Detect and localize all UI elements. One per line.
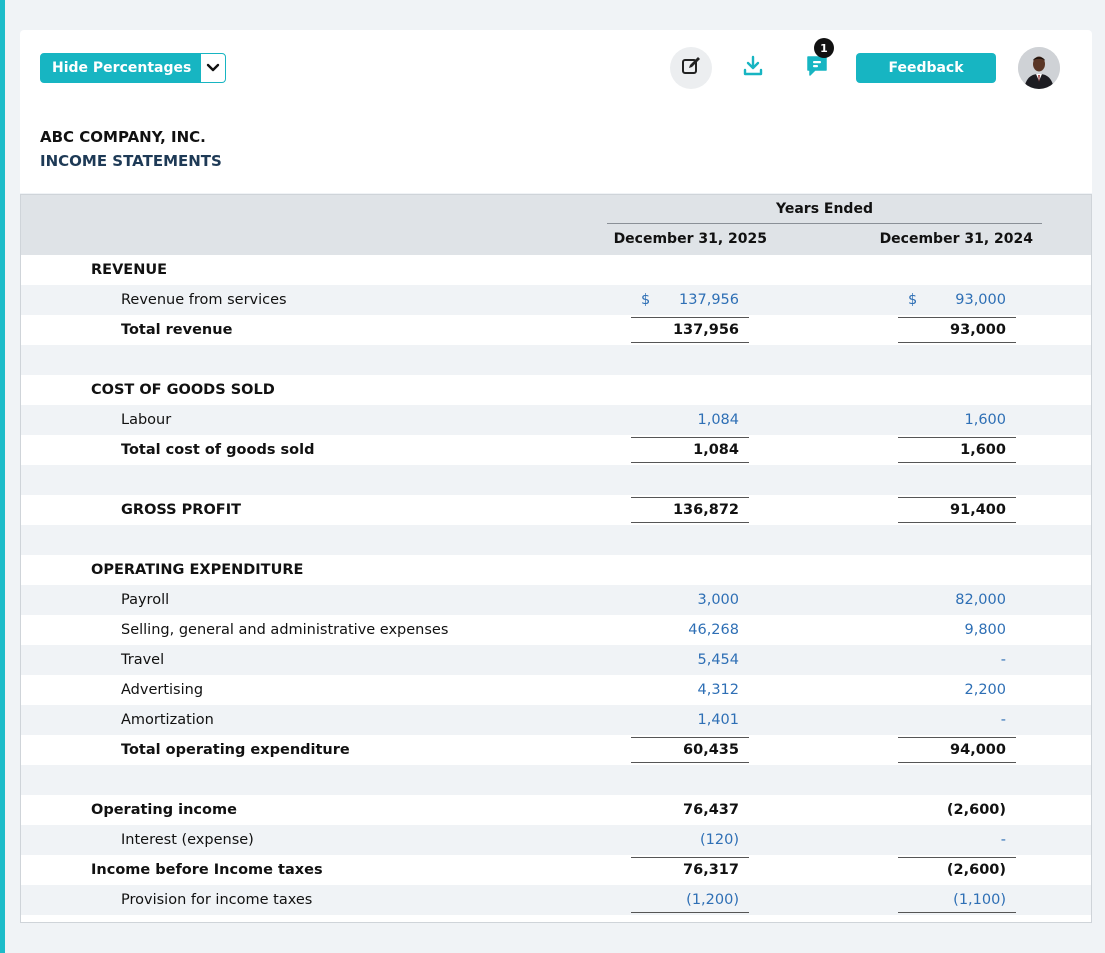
table-row: Advertising 4,312 2,200 (21, 675, 1091, 705)
row-label: Provision for income taxes (121, 892, 313, 908)
value-2024: 94,000 (898, 735, 1016, 765)
value-2025: 137,956 (631, 315, 749, 345)
value-2024: 93,000 (898, 315, 1016, 345)
company-name: ABC COMPANY, INC. (40, 128, 206, 146)
report-header-card: Hide Percentages 1 Feedback ABC COMPANY,… (20, 30, 1092, 193)
user-avatar[interactable] (1018, 47, 1060, 89)
section-heading: REVENUE (91, 262, 168, 278)
spacer-row (21, 525, 1091, 555)
table-row: COST OF GOODS SOLD (21, 375, 1091, 405)
chevron-down-icon[interactable] (200, 54, 225, 82)
row-label: Selling, general and administrative expe… (121, 622, 449, 638)
value-2025[interactable]: (1,200) (631, 885, 749, 915)
value-2024[interactable]: - (898, 705, 1006, 735)
value-2025[interactable]: 46,268 (631, 615, 739, 645)
table-row: OPERATING EXPENDITURE (21, 555, 1091, 585)
row-label: Total revenue (121, 322, 233, 338)
value-2024[interactable]: 82,000 (898, 585, 1006, 615)
hide-percentages-button[interactable]: Hide Percentages (41, 54, 200, 82)
table-row: Labour 1,084 1,600 (21, 405, 1091, 435)
table-row: Payroll 3,000 82,000 (21, 585, 1091, 615)
row-label: Revenue from services (121, 292, 287, 308)
table-row: Selling, general and administrative expe… (21, 615, 1091, 645)
statement-title: INCOME STATEMENTS (40, 152, 222, 170)
spacer-row (21, 345, 1091, 375)
value-2025[interactable]: 137,956 (631, 285, 739, 315)
table-row: Provision for income taxes (1,200) (1,10… (21, 885, 1091, 915)
row-label: Labour (121, 412, 172, 428)
value-2025: 1,084 (631, 435, 749, 465)
table-row: Total cost of goods sold 1,084 1,600 (21, 435, 1091, 465)
row-label: Advertising (121, 682, 204, 698)
table-row: Total operating expenditure 60,435 94,00… (21, 735, 1091, 765)
row-label: GROSS PROFIT (121, 502, 241, 518)
table-row: Operating income 76,437 (2,600) (21, 795, 1091, 825)
feedback-button[interactable]: Feedback (856, 53, 996, 83)
row-label: Interest (expense) (121, 832, 254, 848)
hide-percentages-dropdown[interactable]: Hide Percentages (40, 53, 226, 83)
row-label: Payroll (121, 592, 170, 608)
table-row: Amortization 1,401 - (21, 705, 1091, 735)
value-2025[interactable]: (120) (631, 825, 739, 855)
row-label: Travel (121, 652, 165, 668)
download-button[interactable] (737, 52, 769, 84)
value-2025[interactable]: 5,454 (631, 645, 739, 675)
table-row: Total revenue 137,956 93,000 (21, 315, 1091, 345)
value-2024[interactable]: 93,000 (898, 285, 1006, 315)
value-2024: (2,600) (946, 802, 1006, 818)
row-label: Operating income (91, 802, 237, 818)
years-ended-header: Years Ended (607, 195, 1042, 224)
table-row: Income before Income taxes 76,317 (2,600… (21, 855, 1091, 885)
column-header-2025: December 31, 2025 (613, 231, 767, 247)
row-label: Total cost of goods sold (121, 442, 315, 458)
value-2025: 136,872 (631, 495, 749, 525)
value-2024: (2,600) (898, 855, 1016, 885)
value-2024[interactable]: 9,800 (898, 615, 1006, 645)
spacer-row (21, 465, 1091, 495)
value-2025: 60,435 (631, 735, 749, 765)
value-2025[interactable]: 1,401 (631, 705, 739, 735)
table-row: Revenue from services $ 137,956 $ 93,000 (21, 285, 1091, 315)
spacer-row (21, 765, 1091, 795)
value-2025: 76,437 (683, 802, 739, 818)
value-2024[interactable]: 1,600 (898, 405, 1006, 435)
toolbar: Hide Percentages 1 Feedback (20, 30, 1092, 110)
section-heading: OPERATING EXPENDITURE (91, 562, 304, 578)
table-header: Years Ended December 31, 2025 December 3… (21, 195, 1091, 255)
table-row: GROSS PROFIT 136,872 91,400 (21, 495, 1091, 525)
row-label: Amortization (121, 712, 214, 728)
left-accent-bar (0, 0, 5, 953)
income-statement-table: Years Ended December 31, 2025 December 3… (20, 194, 1092, 923)
value-2025[interactable]: 3,000 (631, 585, 739, 615)
value-2025[interactable]: 4,312 (631, 675, 739, 705)
comment-count-badge: 1 (814, 38, 834, 58)
value-2024: 1,600 (898, 435, 1016, 465)
edit-icon (680, 55, 702, 81)
table-row: Travel 5,454 - (21, 645, 1091, 675)
value-2024[interactable]: - (898, 645, 1006, 675)
section-heading: COST OF GOODS SOLD (91, 382, 275, 398)
edit-button[interactable] (670, 47, 712, 89)
value-2024[interactable]: (1,100) (898, 885, 1016, 915)
value-2025[interactable]: 1,084 (631, 405, 739, 435)
table-row: REVENUE (21, 255, 1091, 285)
value-2024[interactable]: 2,200 (898, 675, 1006, 705)
row-label: Total operating expenditure (121, 742, 350, 758)
value-2024: 91,400 (898, 495, 1016, 525)
value-2025: 76,317 (631, 855, 749, 885)
value-2024[interactable]: - (898, 825, 1006, 855)
column-header-2024: December 31, 2024 (879, 231, 1033, 247)
row-label: Income before Income taxes (91, 862, 323, 878)
download-icon (741, 54, 765, 82)
table-row: Interest (expense) (120) - (21, 825, 1091, 855)
